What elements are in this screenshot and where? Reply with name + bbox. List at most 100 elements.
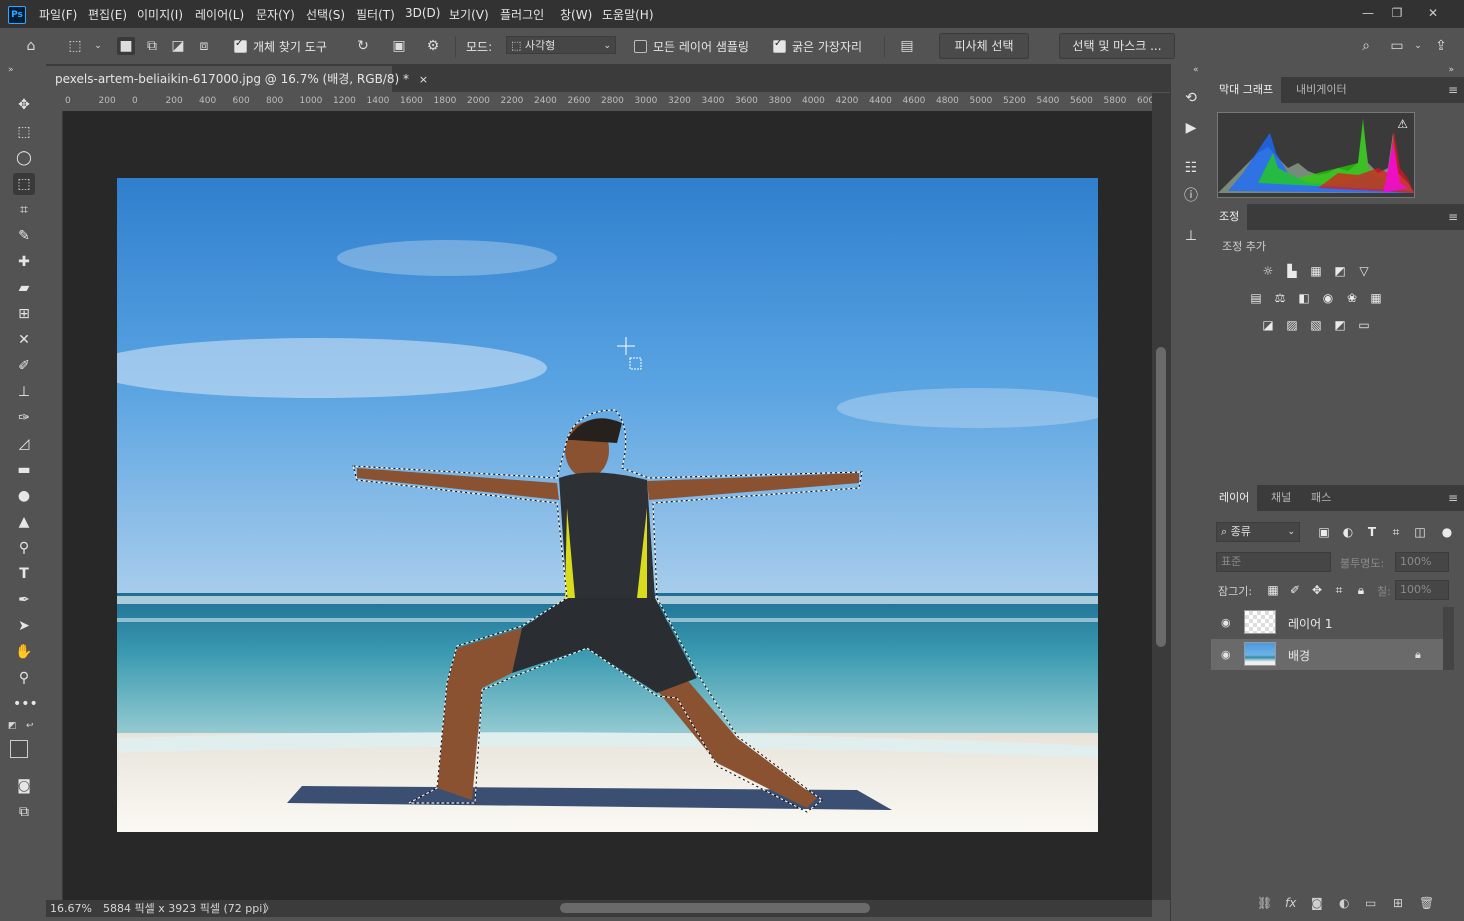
new-adjustment-layer-icon[interactable]: ◐ (1339, 896, 1349, 910)
share-icon[interactable]: ⇪ (1432, 37, 1450, 55)
info-icon[interactable]: ⓘ (1181, 186, 1201, 206)
collapse-toolbar-icon[interactable]: » (8, 65, 14, 75)
content-aware-move-icon[interactable]: ✕ (13, 329, 35, 351)
menu-layer[interactable]: 레이어(L) (195, 6, 244, 23)
menu-3d[interactable]: 3D(D) (405, 6, 440, 20)
foreground-color-swatch[interactable] (10, 740, 28, 758)
menu-plugins[interactable]: 플러그인 (500, 6, 544, 23)
gradient-map-icon[interactable]: ▭ (1356, 318, 1372, 332)
minimize-button[interactable]: — (1356, 3, 1380, 23)
object-selection-tool-icon[interactable]: ⬚ (13, 173, 35, 195)
menu-image[interactable]: 이미지(I) (137, 6, 183, 23)
chevron-down-icon[interactable]: ⌄ (1409, 37, 1427, 55)
hand-icon[interactable]: ✋ (13, 641, 35, 663)
eraser-icon[interactable]: ◿ (13, 433, 35, 455)
menu-help[interactable]: 도움말(H) (602, 6, 654, 23)
history-brush-icon[interactable]: ✑ (13, 407, 35, 429)
actions-play-icon[interactable]: ▶ (1181, 118, 1201, 138)
lock-pixels-icon[interactable]: ✐ (1287, 583, 1303, 597)
brush-icon[interactable]: ✐ (13, 355, 35, 377)
close-window-button[interactable]: ✕ (1421, 3, 1445, 23)
maximize-button[interactable]: ❐ (1385, 3, 1409, 23)
patch-icon[interactable]: ▰ (13, 277, 35, 299)
document-image[interactable] (117, 178, 1098, 832)
adjustment-filter-icon[interactable]: ◐ (1340, 525, 1356, 539)
vibrance-icon[interactable]: ▽ (1356, 264, 1372, 278)
home-icon[interactable]: ⌂ (22, 37, 40, 55)
selective-color-icon[interactable]: ◩ (1332, 318, 1348, 332)
collapse-panels-icon[interactable]: » (1448, 65, 1454, 75)
zoom-level[interactable]: 16.67% (50, 900, 92, 917)
horizontal-scroll-thumb[interactable] (560, 903, 870, 913)
color-lookup-icon[interactable]: ▦ (1368, 291, 1384, 305)
blend-mode-select[interactable]: 표준 (1216, 552, 1331, 572)
trash-icon[interactable]: 🗑︎ (1419, 896, 1434, 910)
frame-tool-icon[interactable]: ⊞ (13, 303, 35, 325)
show-all-objects-icon[interactable]: ▣ (390, 37, 408, 55)
layer-filter-select[interactable]: ⌕ 종류 ⌄ (1216, 522, 1300, 542)
lock-artboard-icon[interactable]: ⌗ (1331, 583, 1347, 597)
object-selection-tool-preset-icon[interactable]: ⬚ (66, 37, 84, 55)
channel-mixer-icon[interactable]: ❀ (1344, 291, 1360, 305)
vertical-scrollbar[interactable] (1152, 93, 1170, 900)
menu-file[interactable]: 파일(F) (39, 6, 77, 23)
photo-filter-icon[interactable]: ◉ (1320, 291, 1336, 305)
tab-adjustments[interactable]: 조정 (1211, 204, 1248, 230)
new-layer-icon[interactable]: ⊞ (1393, 896, 1403, 910)
properties-icon[interactable]: ☷ (1181, 158, 1201, 178)
glyphs-icon[interactable]: ⊥ (1181, 226, 1201, 246)
tab-paths[interactable]: 패스 (1303, 485, 1339, 511)
vertical-scroll-thumb[interactable] (1156, 347, 1166, 647)
exposure-icon[interactable]: ◩ (1332, 264, 1348, 278)
status-menu-arrow[interactable]: 〉 (264, 900, 275, 917)
crop-icon[interactable]: ⌗ (13, 199, 35, 221)
pixel-layer-filter-icon[interactable]: ▣ (1316, 525, 1332, 539)
workspace-icon[interactable]: ▭ (1388, 37, 1406, 55)
menu-view[interactable]: 보기(V) (449, 6, 489, 23)
posterize-icon[interactable]: ▨ (1284, 318, 1300, 332)
brightness-icon[interactable]: ☼ (1260, 264, 1276, 278)
menu-filter[interactable]: 필터(T) (356, 6, 395, 23)
pen-icon[interactable]: ✒ (13, 589, 35, 611)
intersect-selection-icon[interactable]: ⧈ (195, 37, 213, 55)
feedback-icon[interactable]: ▤ (898, 37, 916, 55)
fx-icon[interactable]: fx (1285, 896, 1296, 910)
opacity-field[interactable]: 100% (1395, 552, 1449, 572)
chevron-down-icon[interactable]: ⌄ (89, 37, 107, 55)
panel-menu-icon[interactable]: ≡ (1448, 210, 1458, 224)
sharpen-icon[interactable]: ▲ (13, 511, 35, 533)
object-finder-checkbox[interactable] (234, 38, 247, 53)
zoom-icon[interactable]: ⚲ (13, 667, 35, 689)
move-tool-icon[interactable]: ✥ (13, 94, 35, 116)
gear-icon[interactable]: ⚙ (424, 37, 442, 55)
select-and-mask-button[interactable]: 선택 및 마스크 ... (1059, 33, 1175, 59)
eyedropper-icon[interactable]: ✎ (13, 225, 35, 247)
gradient-icon[interactable]: ▬ (13, 459, 35, 481)
ruler-origin[interactable] (46, 93, 62, 111)
warning-icon[interactable]: ⚠ (1397, 117, 1408, 131)
quick-mask-icon[interactable]: ◙ (13, 775, 35, 797)
add-to-selection-icon[interactable]: ⧉ (143, 37, 161, 55)
default-colors-icon[interactable]: ◩ (8, 721, 17, 731)
select-subject-button[interactable]: 피사체 선택 (939, 33, 1029, 59)
healing-brush-icon[interactable]: ✚ (13, 251, 35, 273)
link-layers-icon[interactable]: ⛓ (1257, 896, 1272, 910)
lasso-icon[interactable]: ◯ (13, 147, 35, 169)
search-icon[interactable]: ⌕ (1357, 37, 1375, 55)
horizontal-scrollbar[interactable] (280, 900, 1152, 917)
new-selection-icon[interactable]: ■ (117, 37, 135, 55)
lock-transparent-icon[interactable]: ▦ (1265, 583, 1281, 597)
lock-all-icon[interactable]: 🔒︎ (1353, 583, 1369, 597)
menu-window[interactable]: 창(W) (560, 6, 592, 23)
hue-saturation-icon[interactable]: ▤ (1248, 291, 1264, 305)
fill-field[interactable]: 100% (1395, 580, 1449, 600)
curves-icon[interactable]: ▦ (1308, 264, 1324, 278)
menu-select[interactable]: 선택(S) (306, 6, 345, 23)
clone-stamp-icon[interactable]: ⊥ (13, 381, 35, 403)
rectangular-marquee-icon[interactable]: ⬚ (13, 121, 35, 143)
tab-navigator[interactable]: 내비게이터 (1288, 77, 1355, 103)
close-tab-icon[interactable]: × (419, 73, 428, 86)
hard-edge-checkbox[interactable] (773, 38, 786, 53)
sample-all-layers-checkbox[interactable] (634, 40, 647, 53)
smart-object-filter-icon[interactable]: ◫ (1412, 525, 1428, 539)
